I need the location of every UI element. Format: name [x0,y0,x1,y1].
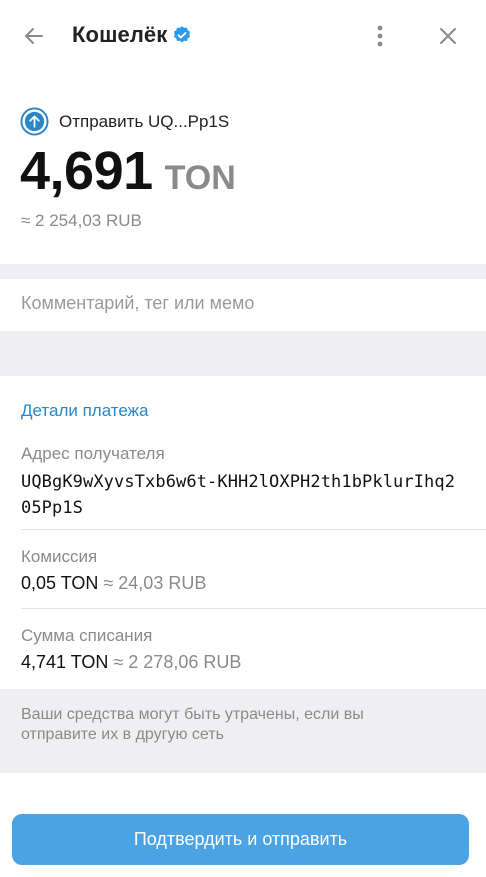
total-block: Сумма списания 4,741 TON ≈ 2 278,06 RUB [21,626,481,673]
confirm-and-send-button[interactable]: Подтвердить и отправить [12,814,469,865]
arrow-up-circle-icon [20,107,49,136]
fee-ton: 0,05 TON [21,573,99,593]
divider [21,529,486,530]
send-label: Отправить UQ...Pp1S [59,111,230,131]
fee-block: Комиссия 0,05 TON ≈ 24,03 RUB [21,547,481,594]
verified-badge-icon [174,26,191,43]
more-options-button[interactable] [366,20,394,52]
payment-details-title: Детали платежа [21,401,149,420]
divider [21,608,486,609]
fee-fiat: ≈ 24,03 RUB [103,573,207,593]
amount-row: 4,691 TON [20,140,236,202]
close-button[interactable] [432,20,464,52]
network-warning: Ваши средства могут быть утрачены, если … [0,689,486,773]
comment-section [0,279,486,331]
total-fiat: ≈ 2 278,06 RUB [113,652,242,672]
title-group: Кошелёк [72,22,192,48]
fiat-equivalent: ≈ 2 254,03 RUB [21,211,142,230]
recipient-address-value[interactable]: UQBgK9wXyvsTxb6w6t-KHH2lOXPH2th1bPklurIh… [21,469,461,521]
section-divider [0,331,486,376]
arrow-left-icon [25,28,43,44]
fee-label: Комиссия [21,547,98,566]
page-title: Кошелёк [72,22,168,47]
total-ton: 4,741 TON [21,652,109,672]
comment-input[interactable] [21,293,461,314]
send-recipient-row: Отправить UQ...Pp1S [20,107,229,136]
amount-currency: TON [164,159,236,197]
back-button[interactable] [18,20,50,52]
recipient-address-label: Адрес получателя [21,444,165,463]
close-icon [440,28,456,44]
section-divider [0,264,486,279]
more-vertical-icon [377,25,383,47]
top-bar: Кошелёк [0,0,486,72]
amount-value: 4,691 [20,141,153,201]
recipient-address-block: Адрес получателя UQBgK9wXyvsTxb6w6t-KHH2… [21,444,481,521]
total-label: Сумма списания [21,626,153,645]
total-value: 4,741 TON ≈ 2 278,06 RUB [21,652,481,673]
fee-value: 0,05 TON ≈ 24,03 RUB [21,573,481,594]
warning-text: Ваши средства могут быть утрачены, если … [21,706,364,743]
payment-details-section: Детали платежа Адрес получателя UQBgK9wX… [0,376,486,689]
